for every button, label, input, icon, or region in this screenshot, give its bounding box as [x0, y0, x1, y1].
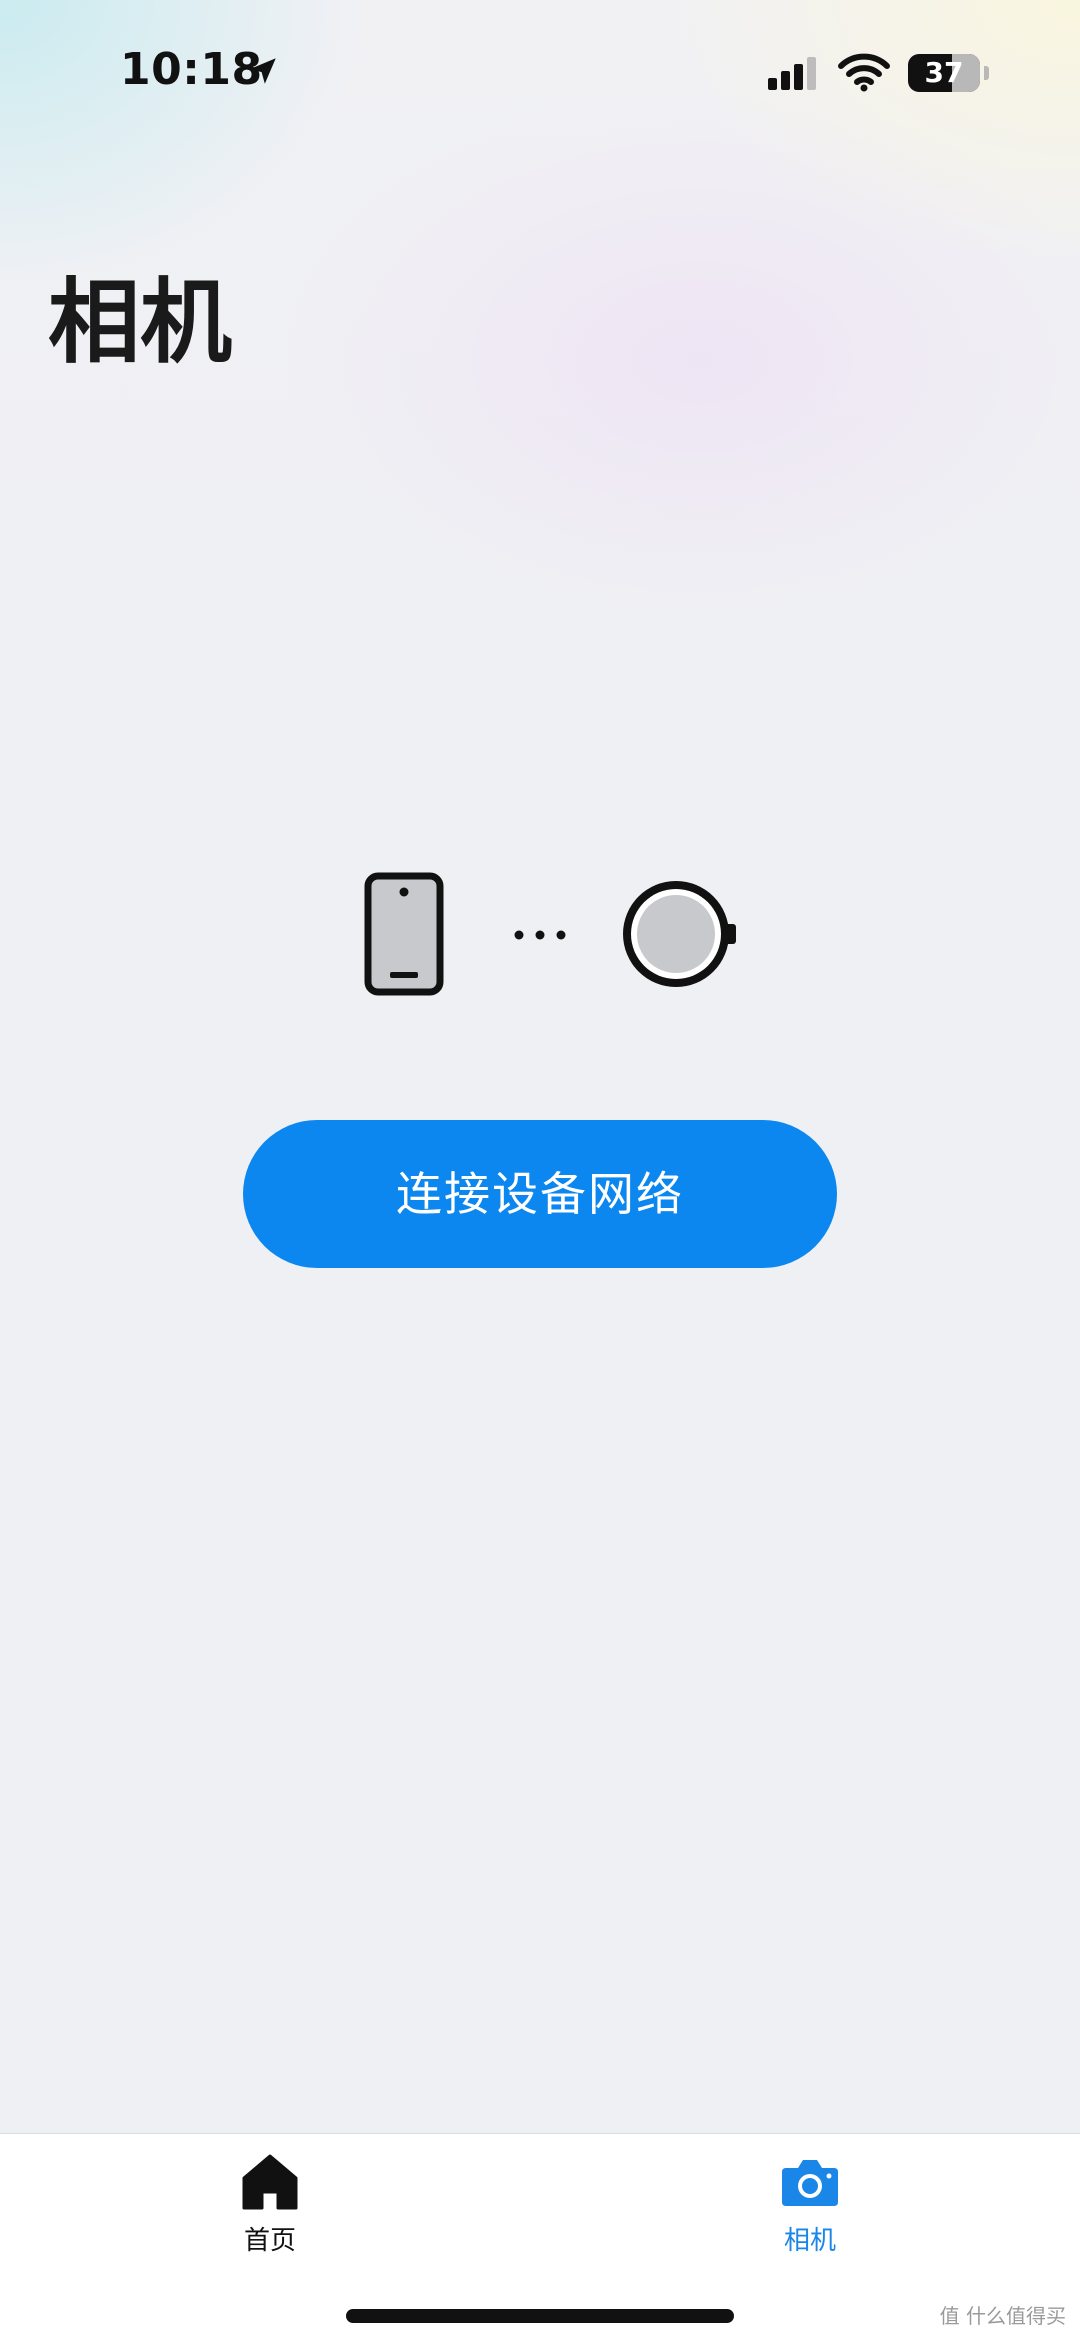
tab-camera-label: 相机 [783, 2226, 836, 2256]
status-bar: 10:18 37 [0, 0, 1080, 140]
ellipsis-icon [514, 930, 566, 940]
phone-icon [364, 872, 444, 996]
home-icon [242, 2154, 298, 2210]
cellular-signal-icon [768, 57, 816, 90]
tab-home-label: 首页 [243, 2226, 296, 2256]
camera-icon [782, 2160, 838, 2206]
page-title: 相机 [48, 269, 233, 376]
battery-icon: 37 [908, 54, 980, 92]
home-indicator[interactable] [346, 2309, 734, 2323]
watermark: 值 什么值得买 [939, 2304, 1066, 2328]
location-arrow-icon [250, 58, 276, 84]
connect-device-network-button[interactable]: 连接设备网络 [243, 1120, 837, 1268]
tab-home[interactable]: 首页 [180, 2152, 360, 2272]
watch-icon [623, 881, 736, 987]
battery-cap [984, 66, 989, 80]
status-time: 10:18 [120, 44, 263, 95]
wifi-icon [838, 53, 890, 92]
battery-level: 37 [924, 56, 964, 89]
tab-camera[interactable]: 相机 [720, 2152, 900, 2272]
